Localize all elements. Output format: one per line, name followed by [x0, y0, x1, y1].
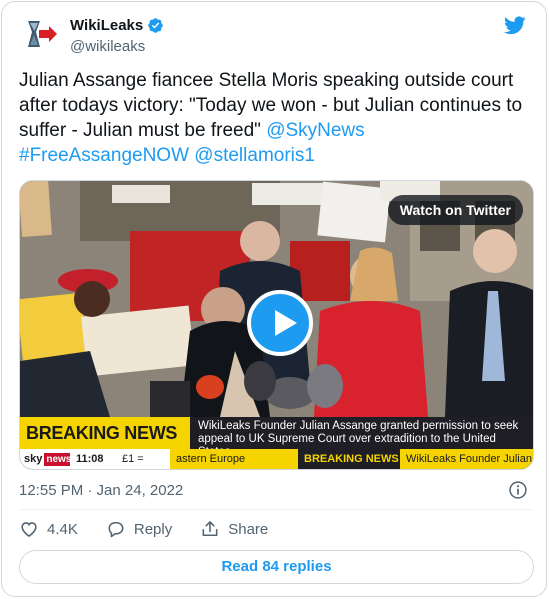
mention-skynews-link[interactable]: @SkyNews: [266, 120, 364, 141]
tweet-timestamp[interactable]: 12:55 PM · Jan 24, 2022: [19, 482, 183, 499]
avatar[interactable]: [19, 15, 59, 55]
author-handle[interactable]: @wikileaks: [70, 38, 145, 55]
heart-icon: [21, 522, 37, 538]
hashtag-link[interactable]: #FreeAssangeNOW: [19, 145, 189, 166]
ticker-headline: WikiLeaks Founder Julian Assan: [406, 453, 533, 465]
tweet-card: WikiLeaks @wikileaks Julian Assange fian…: [1, 1, 547, 597]
play-button[interactable]: [247, 290, 313, 356]
share-button[interactable]: Share: [200, 519, 268, 539]
ticker-breaking-label: BREAKING NEWS: [298, 449, 400, 469]
ticker-time: 11:08: [70, 449, 118, 469]
divider: [19, 509, 533, 510]
reply-bubble-icon: [108, 521, 124, 538]
channel-logo-sky: sky: [24, 453, 43, 465]
breaking-news-text: WikiLeaks Founder Julian Assange granted…: [190, 417, 533, 458]
tweet-text: Julian Assange fiancee Stella Moris spea…: [19, 68, 534, 168]
news-ticker: skynews 11:08 £1 = $1.35 astern Europe B…: [20, 449, 533, 469]
twitter-bird-icon[interactable]: [504, 14, 526, 36]
action-bar: 4.4K Reply Share: [19, 519, 296, 539]
reply-button[interactable]: Reply: [106, 519, 172, 539]
ticker-exchange-rate: £1 = $1.35: [118, 449, 170, 469]
watch-on-twitter-button[interactable]: Watch on Twitter: [387, 195, 523, 225]
share-icon: [202, 521, 218, 537]
ticker-region: astern Europe: [176, 453, 246, 465]
mention-stellamoris-link[interactable]: @stellamoris1: [194, 145, 315, 166]
breaking-news-banner: BREAKING NEWS WikiLeaks Founder Julian A…: [20, 417, 533, 458]
author-name[interactable]: WikiLeaks: [70, 17, 143, 34]
verified-badge-icon: [148, 18, 164, 33]
share-label: Share: [228, 520, 269, 538]
channel-logo: sky news: [20, 449, 74, 469]
reply-label: Reply: [133, 520, 173, 538]
breaking-news-label: BREAKING NEWS: [20, 417, 190, 449]
like-count: 4.4K: [47, 520, 78, 538]
author-row: WikiLeaks: [70, 17, 164, 34]
info-icon[interactable]: [508, 480, 528, 500]
like-button[interactable]: 4.4K: [19, 519, 78, 539]
video-player[interactable]: Watch on Twitter BREAKING NEWS WikiLeaks…: [19, 180, 534, 470]
read-replies-button[interactable]: Read 84 replies: [19, 550, 534, 584]
